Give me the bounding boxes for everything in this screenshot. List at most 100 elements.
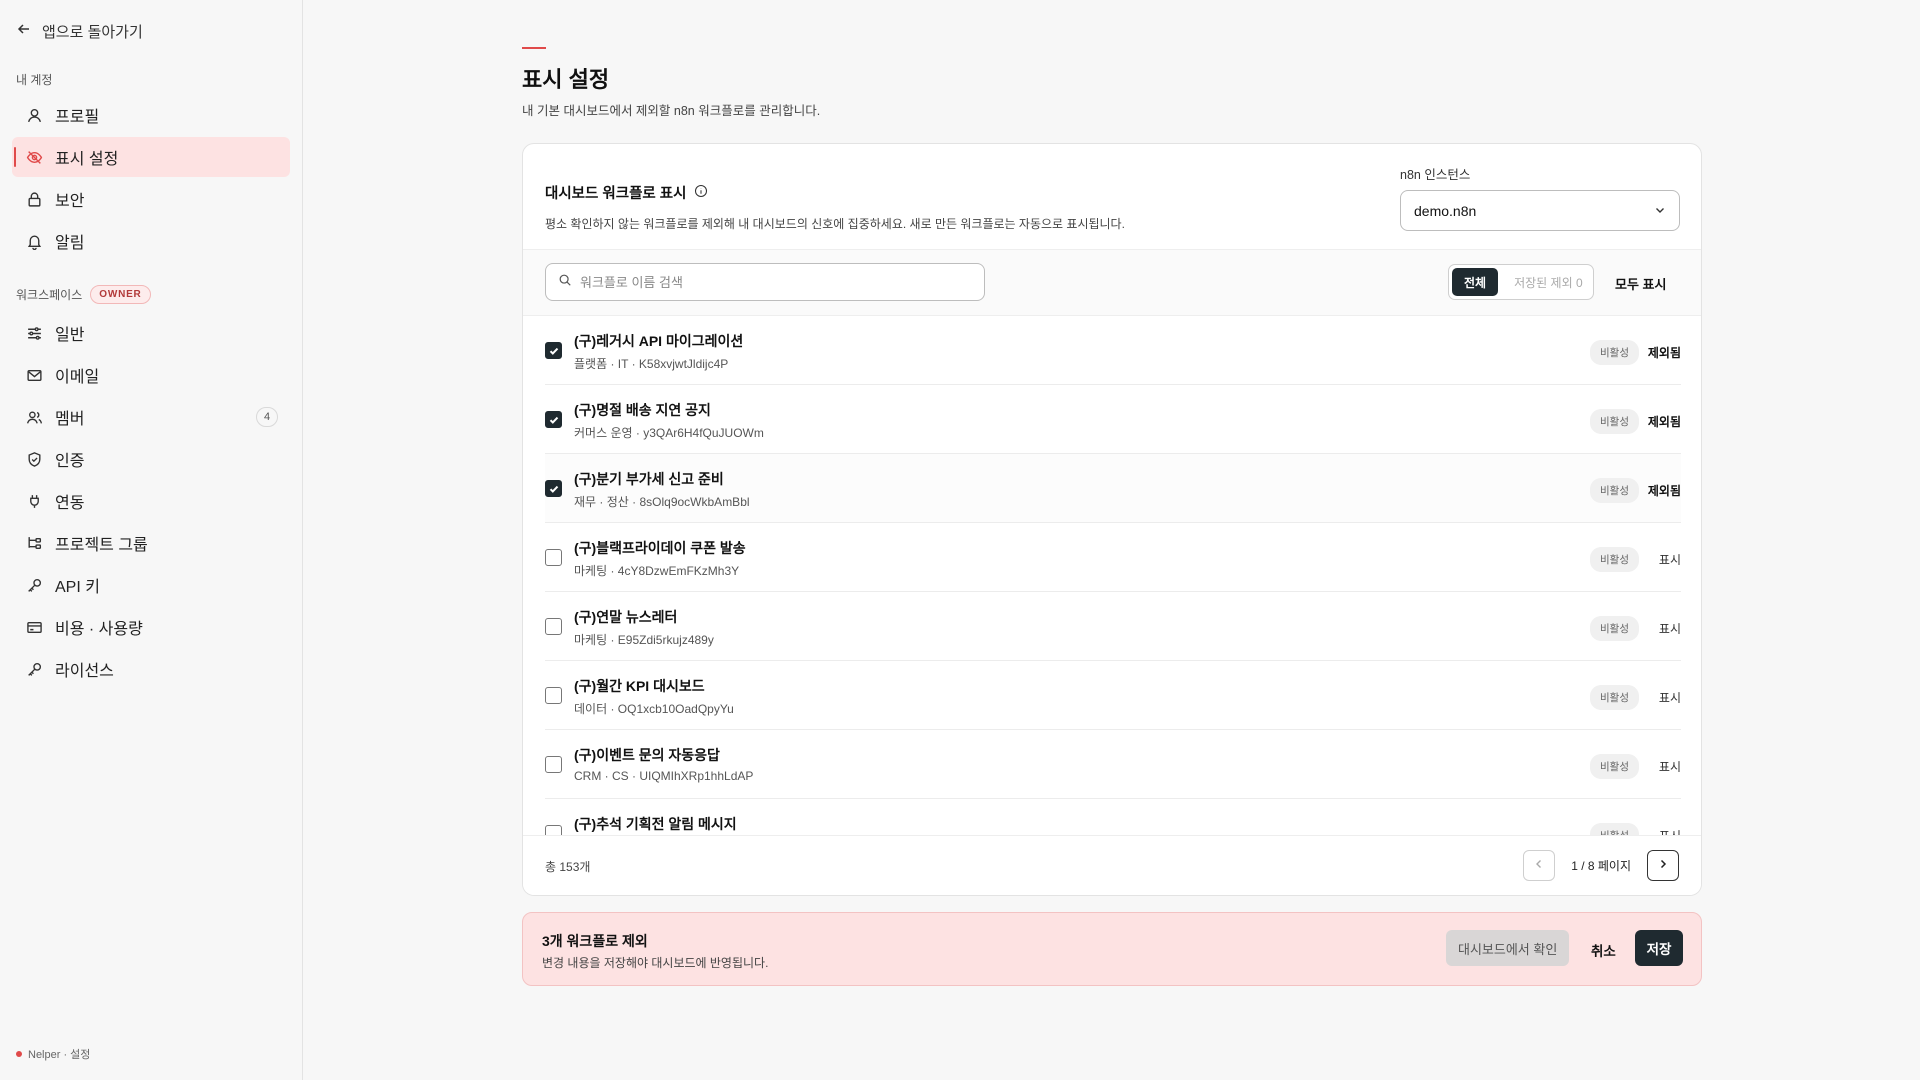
cancel-button[interactable]: 취소 <box>1591 940 1616 960</box>
sidebar-item-integrations[interactable]: 연동 <box>12 481 290 521</box>
instance-dropdown[interactable]: demo.n8n <box>1400 190 1680 231</box>
workflow-meta: CRM · CS · UIQMIhXRp1hhLdAP <box>574 769 754 783</box>
visibility-state: 표시 <box>1658 691 1681 705</box>
bell-icon <box>26 233 43 250</box>
show-all-button[interactable]: 모두 표시 <box>1615 274 1666 293</box>
info-icon[interactable] <box>694 184 708 202</box>
sidebar-item-api-keys[interactable]: API 키 <box>12 565 290 605</box>
sidebar-item-auth[interactable]: 인증 <box>12 439 290 479</box>
row-checkbox[interactable] <box>545 342 562 359</box>
sliders-icon <box>26 325 43 342</box>
workflow-row: (구)명절 배송 지연 공지 커머스 운영 · y3QAr6H4fQuJUOWm… <box>545 385 1681 454</box>
workflow-meta: 커머스 운영 · y3QAr6H4fQuJUOWm <box>574 426 764 440</box>
arrow-left-icon <box>16 21 32 41</box>
save-button[interactable]: 저장 <box>1635 930 1683 966</box>
sidebar-item-label: 멤버 <box>55 411 85 428</box>
workflow-meta: 마케팅 · E95Zdi5rkujz489y <box>574 633 714 647</box>
owner-badge: OWNER <box>90 284 151 304</box>
plug-icon <box>26 493 43 510</box>
workflow-name: (구)분기 부가세 신고 준비 <box>574 471 724 487</box>
title-accent-bar <box>522 47 546 49</box>
key-icon <box>26 661 43 678</box>
lock-icon <box>26 191 43 208</box>
workflow-name: (구)명절 배송 지연 공지 <box>574 402 711 418</box>
status-badge: 비활성 <box>1590 409 1639 434</box>
sidebar-item-label: 프로필 <box>55 109 100 126</box>
footer-brand: Nelper · 설정 <box>16 1046 90 1062</box>
chevron-left-icon <box>1533 857 1545 875</box>
sidebar-item-label: API 키 <box>55 579 100 596</box>
workflow-name: (구)추석 기획전 알림 메시지 <box>574 816 737 832</box>
sidebar-item-email[interactable]: 이메일 <box>12 355 290 395</box>
chevron-right-icon <box>1657 857 1669 875</box>
chevron-down-icon <box>1654 203 1666 219</box>
row-checkbox[interactable] <box>545 618 562 635</box>
back-link-label: 앱으로 돌아가기 <box>42 23 143 41</box>
next-page-button[interactable] <box>1647 850 1679 881</box>
workflow-name: (구)블랙프라이데이 쿠폰 발송 <box>574 540 746 556</box>
workspace-section-label: 워크스페이스 OWNER <box>12 283 290 305</box>
account-section-label: 내 계정 <box>12 71 290 87</box>
visibility-state: 표시 <box>1658 622 1681 636</box>
workflow-meta: 재무 · 정산 · 8sOlq9ocWkbAmBbl <box>574 495 750 509</box>
workflow-row: (구)이벤트 문의 자동응답 CRM · CS · UIQMIhXRp1hhLd… <box>545 730 1681 799</box>
tree-icon <box>26 535 43 552</box>
user-icon <box>26 107 43 124</box>
sidebar-item-display-settings[interactable]: 표시 설정 <box>12 137 290 177</box>
list-footer: 총 153개 1 / 8 페이지 <box>523 835 1701 895</box>
visibility-state: 표시 <box>1658 553 1681 567</box>
instance-value: demo.n8n <box>1414 202 1477 219</box>
status-badge: 비활성 <box>1590 547 1639 572</box>
workflow-row: (구)월간 KPI 대시보드 데이터 · OQ1xcb10OadQpyYu 비활… <box>545 661 1681 730</box>
sidebar-item-profile[interactable]: 프로필 <box>12 95 290 135</box>
list-toolbar: 전체 저장된 제외 0 모두 표시 <box>523 249 1701 316</box>
sidebar-item-license[interactable]: 라이선스 <box>12 649 290 689</box>
workflow-meta: 마케팅 · 4cY8DzwEmFKzMh3Y <box>574 564 740 578</box>
row-checkbox[interactable] <box>545 549 562 566</box>
mail-icon <box>26 367 43 384</box>
page-indicator: 1 / 8 페이지 <box>1571 859 1631 873</box>
pagination: 1 / 8 페이지 <box>1523 850 1679 881</box>
sidebar-item-general[interactable]: 일반 <box>12 313 290 353</box>
sidebar-item-notifications[interactable]: 알림 <box>12 221 290 261</box>
brand-dot-icon <box>16 1051 22 1057</box>
prev-page-button[interactable] <box>1523 850 1556 881</box>
sidebar-item-members[interactable]: 멤버 4 <box>12 397 290 437</box>
row-checkbox[interactable] <box>545 687 562 704</box>
search-input[interactable] <box>580 274 960 290</box>
visibility-state: 제외됨 <box>1647 415 1681 429</box>
account-nav: 프로필 표시 설정 보안 알림 <box>12 95 290 261</box>
sidebar-item-billing[interactable]: 비용 · 사용량 <box>12 607 290 647</box>
filter-saved-excluded-tab[interactable]: 저장된 제외 0 <box>1502 268 1595 296</box>
shield-icon <box>26 451 43 468</box>
row-checkbox[interactable] <box>545 756 562 773</box>
workflow-meta: 데이터 · OQ1xcb10OadQpyYu <box>574 702 734 716</box>
workflow-name: (구)월간 KPI 대시보드 <box>574 678 705 694</box>
workspace-nav: 일반 이메일 멤버 4 인증 연동 프로젝트 그룹 API 키 비용 · 사용량… <box>12 313 290 689</box>
card-header: 대시보드 워크플로 표시 평소 확인하지 않는 워크플로를 제외해 내 대시보드… <box>545 182 1125 232</box>
back-to-app-link[interactable]: 앱으로 돌아가기 <box>12 16 290 46</box>
search-icon <box>558 273 572 292</box>
sidebar: 앱으로 돌아가기 내 계정 프로필 표시 설정 보안 알림 워크스페이스 OWN… <box>0 0 303 1080</box>
row-checkbox[interactable] <box>545 480 562 497</box>
page-title: 표시 설정 <box>522 67 610 92</box>
total-count: 총 153개 <box>545 860 591 874</box>
filter-all-tab[interactable]: 전체 <box>1452 268 1499 296</box>
preview-dashboard-button[interactable]: 대시보드에서 확인 <box>1446 930 1570 966</box>
sidebar-item-label: 연동 <box>55 495 85 512</box>
sidebar-item-label: 이메일 <box>55 369 100 386</box>
sidebar-item-project-groups[interactable]: 프로젝트 그룹 <box>12 523 290 563</box>
sidebar-item-label: 표시 설정 <box>55 151 119 168</box>
unsaved-changes-banner: 3개 워크플로 제외 변경 내용을 저장해야 대시보드에 반영됩니다. 대시보드… <box>522 912 1702 986</box>
row-checkbox[interactable] <box>545 411 562 428</box>
sidebar-item-security[interactable]: 보안 <box>12 179 290 219</box>
member-count-badge: 4 <box>256 407 278 427</box>
sidebar-item-label: 라이선스 <box>55 663 114 680</box>
workflow-row: (구)추석 기획전 알림 메시지 비활성 표시 <box>545 799 1681 836</box>
workflow-name: (구)이벤트 문의 자동응답 <box>574 747 720 763</box>
workflow-list: (구)레거시 API 마이그레이션 플랫폼 · IT · K58xvjwtJld… <box>545 316 1681 836</box>
workflow-visibility-card: 대시보드 워크플로 표시 평소 확인하지 않는 워크플로를 제외해 내 대시보드… <box>522 143 1702 896</box>
sidebar-item-label: 알림 <box>55 235 85 252</box>
workspace-section-text: 워크스페이스 <box>16 287 83 302</box>
workflow-row: (구)블랙프라이데이 쿠폰 발송 마케팅 · 4cY8DzwEmFKzMh3Y … <box>545 523 1681 592</box>
